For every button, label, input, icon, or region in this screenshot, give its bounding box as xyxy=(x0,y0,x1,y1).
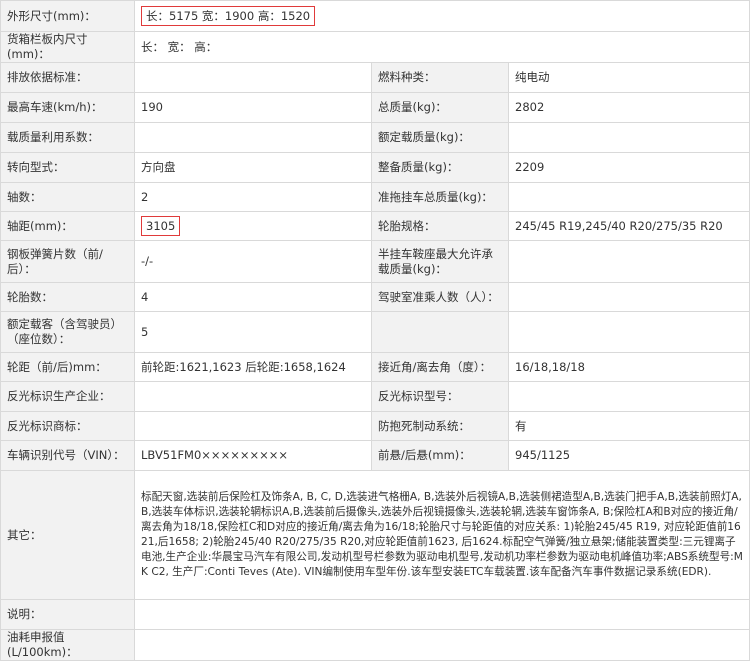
tire-spec-value: 245/45 R19,245/40 R20/275/35 R20 xyxy=(508,211,750,241)
leaf-spring-label: 钢板弹簧片数（前/后）： xyxy=(0,240,135,283)
steering-type-value: 方向盘 xyxy=(134,152,372,183)
seat-count-label: 额定载客（含驾驶员）（座位数）： xyxy=(0,311,135,353)
emission-standard-label: 排放依据标准： xyxy=(0,62,135,93)
dimensions-cell: 长：5175 宽：1900 高：1520 xyxy=(134,0,750,32)
emission-standard-value xyxy=(134,62,372,93)
reflector-maker-label: 反光标识生产企业： xyxy=(0,381,135,412)
vehicle-spec-table: 外形尺寸(mm)： 长：5175 宽：1900 高：1520 货箱栏板内尺寸(m… xyxy=(0,0,750,661)
reflector-maker-value xyxy=(134,381,372,412)
notes-value xyxy=(134,599,750,630)
table-row: 油耗申报值(L/100km)： xyxy=(0,629,750,661)
max-speed-label: 最高车速(km/h)： xyxy=(0,92,135,123)
axle-count-label: 轴数： xyxy=(0,182,135,212)
curb-mass-value: 2209 xyxy=(508,152,750,183)
table-row: 转向型式： 方向盘 整备质量(kg)： 2209 xyxy=(0,152,750,183)
notes-label: 说明： xyxy=(0,599,135,630)
fuel-consumption-value xyxy=(134,629,750,661)
seat-count-value: 5 xyxy=(134,311,372,353)
vin-value: LBV51FM0××××××××× xyxy=(134,440,372,471)
abs-label: 防抱死制动系统： xyxy=(371,411,509,441)
table-row: 车辆识别代号（VIN）： LBV51FM0××××××××× 前悬/后悬(mm)… xyxy=(0,440,750,471)
other-value: 标配天窗,选装前后保险杠及饰条A, B, C, D,选装进气格栅A, B,选装外… xyxy=(134,470,750,600)
table-row: 排放依据标准： 燃料种类： 纯电动 xyxy=(0,62,750,93)
overhang-label: 前悬/后悬(mm)： xyxy=(371,440,509,471)
wheelbase-label: 轴距(mm)： xyxy=(0,211,135,241)
axle-count-value: 2 xyxy=(134,182,372,212)
fuel-type-label: 燃料种类： xyxy=(371,62,509,93)
table-row: 外形尺寸(mm)： 长：5175 宽：1900 高：1520 xyxy=(0,0,750,32)
load-factor-label: 载质量利用系数： xyxy=(0,122,135,153)
dimensions-label: 外形尺寸(mm)： xyxy=(0,0,135,32)
table-row: 额定载客（含驾驶员）（座位数）： 5 xyxy=(0,311,750,353)
total-mass-label: 总质量(kg)： xyxy=(371,92,509,123)
table-row: 反光标识商标： 防抱死制动系统： 有 xyxy=(0,411,750,441)
load-factor-value xyxy=(134,122,372,153)
rated-load-value xyxy=(508,122,750,153)
table-row: 轮胎数： 4 驾驶室准乘人数（人）： xyxy=(0,282,750,312)
empty-label xyxy=(371,311,509,353)
table-row: 轴距(mm)： 3105 轮胎规格： 245/45 R19,245/40 R20… xyxy=(0,211,750,241)
table-row: 钢板弹簧片数（前/后）： -/- 半挂车鞍座最大允许承载质量(kg)： xyxy=(0,240,750,283)
wheelbase-cell: 3105 xyxy=(134,211,372,241)
table-row: 反光标识生产企业： 反光标识型号： xyxy=(0,381,750,412)
rated-load-label: 额定载质量(kg)： xyxy=(371,122,509,153)
table-row: 货箱栏板内尺寸(mm)： 长： 宽： 高： xyxy=(0,31,750,63)
fuel-type-value: 纯电动 xyxy=(508,62,750,93)
other-label: 其它： xyxy=(0,470,135,600)
tire-spec-label: 轮胎规格： xyxy=(371,211,509,241)
fuel-consumption-label: 油耗申报值(L/100km)： xyxy=(0,629,135,661)
reflector-model-label: 反光标识型号： xyxy=(371,381,509,412)
saddle-load-label: 半挂车鞍座最大允许承载质量(kg)： xyxy=(371,240,509,283)
table-row: 轮距（前/后)mm： 前轮距:1621,1623 后轮距:1658,1624 接… xyxy=(0,352,750,382)
reflector-brand-label: 反光标识商标： xyxy=(0,411,135,441)
abs-value: 有 xyxy=(508,411,750,441)
empty-value xyxy=(508,311,750,353)
saddle-load-value xyxy=(508,240,750,283)
leaf-spring-value: -/- xyxy=(134,240,372,283)
cab-capacity-value xyxy=(508,282,750,312)
table-row: 轴数： 2 准拖挂车总质量(kg)： xyxy=(0,182,750,212)
total-mass-value: 2802 xyxy=(508,92,750,123)
table-row: 最高车速(km/h)： 190 总质量(kg)： 2802 xyxy=(0,92,750,123)
track-width-value: 前轮距:1621,1623 后轮距:1658,1624 xyxy=(134,352,372,382)
reflector-brand-value xyxy=(134,411,372,441)
cargo-box-dimensions-value: 长： 宽： 高： xyxy=(134,31,750,63)
trailer-mass-label: 准拖挂车总质量(kg)： xyxy=(371,182,509,212)
approach-departure-angle-label: 接近角/离去角（度）： xyxy=(371,352,509,382)
curb-mass-label: 整备质量(kg)： xyxy=(371,152,509,183)
reflector-model-value xyxy=(508,381,750,412)
cab-capacity-label: 驾驶室准乘人数（人）： xyxy=(371,282,509,312)
tire-count-label: 轮胎数： xyxy=(0,282,135,312)
wheelbase-value: 3105 xyxy=(141,216,181,236)
steering-type-label: 转向型式： xyxy=(0,152,135,183)
vin-label: 车辆识别代号（VIN）： xyxy=(0,440,135,471)
tire-count-value: 4 xyxy=(134,282,372,312)
table-row: 说明： xyxy=(0,599,750,630)
overhang-value: 945/1125 xyxy=(508,440,750,471)
dimensions-value: 长：5175 宽：1900 高：1520 xyxy=(141,6,316,26)
track-width-label: 轮距（前/后)mm： xyxy=(0,352,135,382)
max-speed-value: 190 xyxy=(134,92,372,123)
trailer-mass-value xyxy=(508,182,750,212)
cargo-box-dimensions-label: 货箱栏板内尺寸(mm)： xyxy=(0,31,135,63)
table-row: 其它： 标配天窗,选装前后保险杠及饰条A, B, C, D,选装进气格栅A, B… xyxy=(0,470,750,600)
table-row: 载质量利用系数： 额定载质量(kg)： xyxy=(0,122,750,153)
approach-departure-angle-value: 16/18,18/18 xyxy=(508,352,750,382)
